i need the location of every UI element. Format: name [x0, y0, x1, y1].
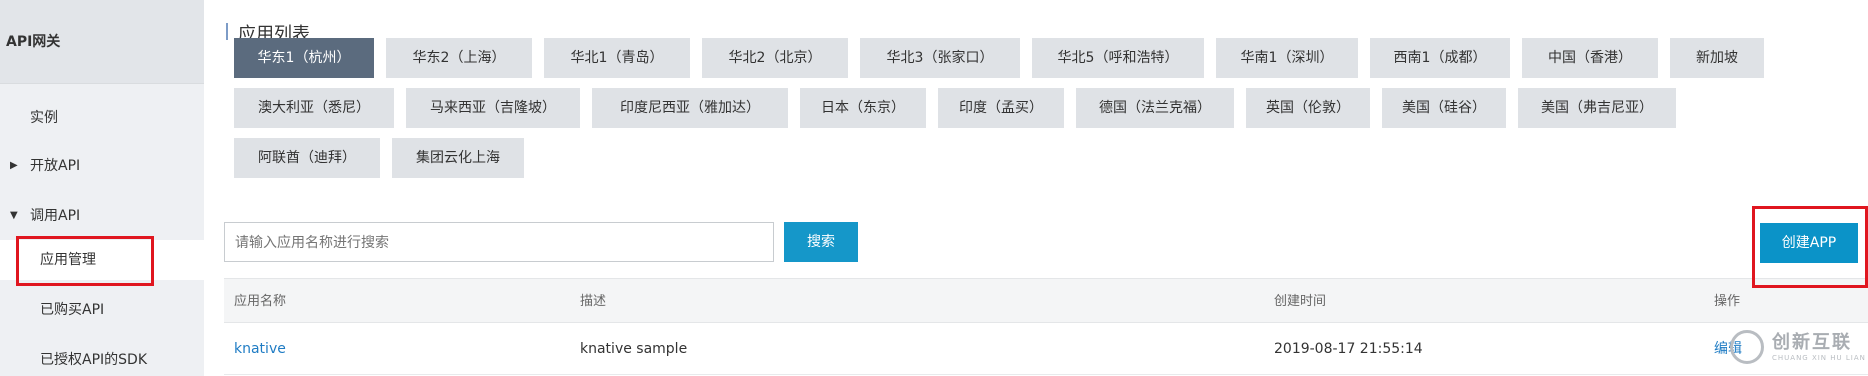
sidebar-item-label: 调用API	[30, 208, 81, 224]
table-row: knative knative sample 2019-08-17 21:55:…	[224, 323, 1868, 375]
watermark-subtext: CHUANG XIN HU LIAN	[1772, 354, 1866, 362]
search-button[interactable]: 搜索	[784, 222, 858, 262]
search-input[interactable]	[224, 222, 774, 262]
app-name-link[interactable]: knative	[234, 323, 286, 375]
column-header-name: 应用名称	[234, 294, 287, 309]
sidebar-item-authorized-sdk[interactable]: 已授权API的SDK	[0, 340, 204, 376]
caret-right-icon: ▶	[10, 160, 18, 171]
sidebar-item-label: 实例	[30, 110, 58, 126]
sidebar-item-label: 已购买API	[40, 302, 105, 318]
region-tab[interactable]: 英国（伦敦）	[1246, 88, 1370, 128]
sidebar: API网关 实例 ▶ 开放API ▼ 调用API 应用管理 已购买API 已授权…	[0, 0, 204, 376]
highlight-box-create-app	[1752, 206, 1868, 288]
region-tab[interactable]: 美国（弗吉尼亚）	[1518, 88, 1676, 128]
sidebar-item-open-api[interactable]: ▶ 开放API	[0, 146, 204, 186]
column-header-description: 描述	[580, 294, 607, 309]
app-description: knative sample	[580, 341, 688, 357]
region-tab[interactable]: 华北2（北京）	[702, 38, 848, 78]
region-tab[interactable]: 美国（硅谷）	[1382, 88, 1506, 128]
region-tab[interactable]: 集团云化上海	[392, 138, 524, 178]
region-tab[interactable]: 华北3（张家口）	[860, 38, 1020, 78]
app-created-time: 2019-08-17 21:55:14	[1274, 341, 1423, 357]
region-tab[interactable]: 新加坡	[1670, 38, 1764, 78]
app-table: 应用名称 描述 创建时间 操作 knative knative sample 2…	[224, 278, 1868, 375]
main-content: 应用列表 华东1（杭州） 华东2（上海） 华北1（青岛） 华北2（北京） 华北3…	[204, 0, 1868, 376]
region-tab[interactable]: 华东1（杭州）	[234, 38, 374, 78]
watermark-icon	[1730, 330, 1764, 364]
sidebar-item-label: 已授权API的SDK	[40, 352, 147, 368]
region-tab[interactable]: 印度（孟买）	[938, 88, 1064, 128]
sidebar-item-call-api[interactable]: ▼ 调用API	[0, 196, 204, 236]
sidebar-item-instances[interactable]: 实例	[0, 98, 204, 138]
region-tab[interactable]: 马来西亚（吉隆坡）	[406, 88, 580, 128]
region-tab[interactable]: 华东2（上海）	[386, 38, 532, 78]
watermark-text: 创新互联	[1772, 332, 1852, 353]
region-tab[interactable]: 华北1（青岛）	[544, 38, 690, 78]
region-tab[interactable]: 华南1（深圳）	[1216, 38, 1358, 78]
region-tab[interactable]: 阿联酋（迪拜）	[234, 138, 380, 178]
region-tab[interactable]: 中国（香港）	[1522, 38, 1658, 78]
sidebar-item-purchased-api[interactable]: 已购买API	[0, 290, 204, 330]
caret-down-icon: ▼	[10, 210, 18, 221]
sidebar-item-label: 开放API	[30, 158, 81, 174]
watermark-logo: 创新互联 CHUANG XIN HU LIAN	[1730, 326, 1868, 370]
region-tab[interactable]: 日本（东京）	[800, 88, 926, 128]
region-tab[interactable]: 西南1（成都）	[1370, 38, 1510, 78]
column-header-operations: 操作	[1714, 294, 1741, 309]
highlight-box-app-management	[16, 236, 154, 286]
sidebar-title: API网关	[0, 0, 204, 84]
region-tab[interactable]: 德国（法兰克福）	[1076, 88, 1234, 128]
region-tab[interactable]: 印度尼西亚（雅加达）	[592, 88, 788, 128]
column-header-created-time: 创建时间	[1274, 294, 1327, 309]
table-header: 应用名称 描述 创建时间 操作	[224, 278, 1868, 323]
region-tab[interactable]: 澳大利亚（悉尼）	[234, 88, 394, 128]
region-tab[interactable]: 华北5（呼和浩特）	[1032, 38, 1204, 78]
